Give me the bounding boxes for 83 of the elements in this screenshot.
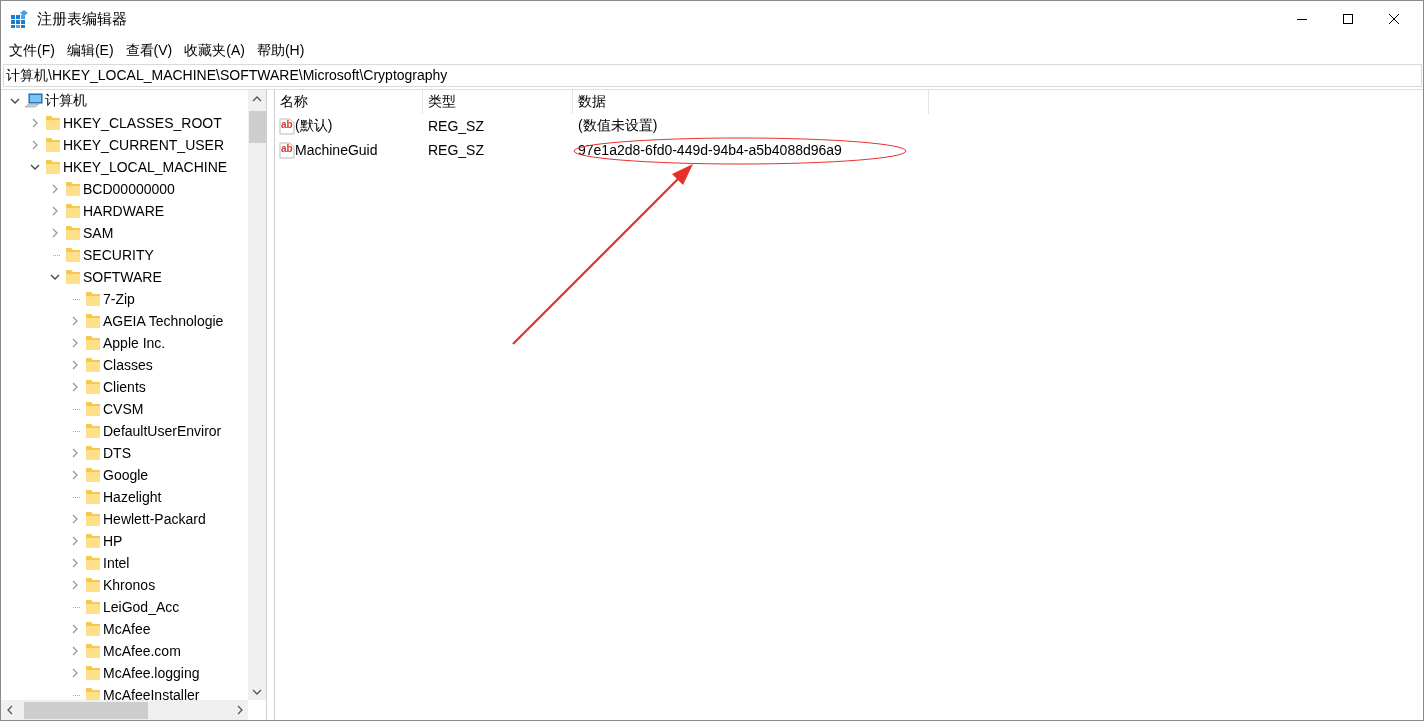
menu-item[interactable]: 编辑(E) <box>60 39 120 61</box>
folder-icon <box>85 510 101 528</box>
value-data: 97e1a2d8-6fd0-449d-94b4-a5b4088d96a9 <box>577 142 843 158</box>
tree-item[interactable]: DTS <box>103 445 131 461</box>
folder-icon <box>65 202 81 220</box>
menu-item[interactable]: 帮助(H) <box>250 39 311 61</box>
folder-icon <box>85 642 101 660</box>
tree-item[interactable]: 计算机 <box>45 92 87 110</box>
folder-icon <box>85 488 101 506</box>
folder-icon <box>85 444 101 462</box>
address-field[interactable]: 计算机\HKEY_LOCAL_MACHINE\SOFTWARE\Microsoft\Cryptography <box>3 64 1422 87</box>
tree-item[interactable]: McAfeeInstaller <box>103 687 200 700</box>
folder-icon <box>45 158 61 176</box>
tree-item[interactable]: Hewlett-Packard <box>103 511 206 527</box>
tree-item[interactable]: Khronos <box>103 577 156 593</box>
folder-icon <box>85 554 101 572</box>
tree-item[interactable]: HP <box>103 533 123 549</box>
folder-icon <box>65 224 81 242</box>
value-type: REG_SZ <box>427 142 485 158</box>
document-icon <box>279 117 295 135</box>
app-icon <box>11 10 29 28</box>
tree-item[interactable]: BCD00000000 <box>83 181 175 197</box>
folder-icon <box>85 576 101 594</box>
vertical-scrollbar[interactable] <box>248 90 266 700</box>
tree-item[interactable]: Clients <box>103 379 146 395</box>
menu-item[interactable]: 文件(F) <box>3 39 61 61</box>
tree-item[interactable]: McAfee <box>103 621 151 637</box>
scroll-thumb[interactable] <box>248 111 266 143</box>
tree-item[interactable]: DefaultUserEnviror <box>103 423 222 439</box>
folder-icon <box>85 334 101 352</box>
tree-item[interactable]: HARDWARE <box>83 203 165 219</box>
folder-icon <box>85 422 101 440</box>
tree-item[interactable]: AGEIA Technologie <box>103 313 224 329</box>
tree-item[interactable]: HKEY_CURRENT_USER <box>63 137 225 153</box>
tree-item[interactable]: Intel <box>103 555 130 571</box>
tree-item[interactable]: HKEY_LOCAL_MACHINE <box>63 159 228 175</box>
folder-icon <box>85 664 101 682</box>
tree-item[interactable]: Hazelight <box>103 489 162 505</box>
menu-item[interactable]: 收藏夹(A) <box>178 39 251 61</box>
tree-item[interactable]: SECURITY <box>83 247 154 263</box>
document-icon <box>279 141 295 159</box>
tree-item[interactable]: HKEY_CLASSES_ROOT <box>63 115 222 131</box>
menu-item[interactable]: 查看(V) <box>119 39 179 61</box>
value-data: (数值未设置) <box>577 117 659 135</box>
value-icon-label: ab <box>281 143 293 154</box>
folder-icon <box>85 290 101 308</box>
tree-item[interactable]: LeiGod_Acc <box>103 599 180 615</box>
column-header[interactable]: 数据 <box>573 90 929 114</box>
value-icon-label: ab <box>281 119 293 130</box>
folder-icon <box>85 532 101 550</box>
folder-icon <box>65 180 81 198</box>
folder-icon <box>85 598 101 616</box>
horizontal-scrollbar[interactable] <box>1 700 248 720</box>
folder-icon <box>85 620 101 638</box>
tree-item[interactable]: SAM <box>83 225 114 241</box>
scroll-thumb[interactable] <box>24 701 148 719</box>
tree-item[interactable]: McAfee.logging <box>103 665 200 681</box>
tree-item[interactable]: CVSM <box>103 401 144 417</box>
maximize-icon <box>1343 14 1353 24</box>
folder-icon <box>85 378 101 396</box>
column-header[interactable]: 类型 <box>423 90 573 114</box>
tree-item[interactable]: 7-Zip <box>103 291 135 307</box>
value-type: REG_SZ <box>427 118 485 134</box>
folder-icon <box>85 312 101 330</box>
computer-icon <box>25 93 43 109</box>
tree-item[interactable]: Classes <box>103 357 153 373</box>
value-name[interactable]: MachineGuid <box>295 142 378 158</box>
value-name[interactable]: (默认) <box>295 117 333 135</box>
tree-item[interactable]: SOFTWARE <box>83 269 162 285</box>
folder-icon <box>65 246 81 264</box>
column-header[interactable]: 名称 <box>275 90 423 114</box>
folder-icon <box>45 136 61 154</box>
folder-icon <box>85 400 101 418</box>
close-icon <box>1389 14 1399 24</box>
tree-item[interactable]: McAfee.com <box>103 643 181 659</box>
folder-icon <box>85 356 101 374</box>
window-title: 注册表编辑器 <box>37 9 127 29</box>
tree-item[interactable]: Google <box>103 467 149 483</box>
folder-icon <box>85 466 101 484</box>
folder-icon <box>85 686 101 700</box>
folder-icon <box>45 114 61 132</box>
tree-item[interactable]: Apple Inc. <box>103 335 166 351</box>
folder-icon <box>65 268 81 286</box>
